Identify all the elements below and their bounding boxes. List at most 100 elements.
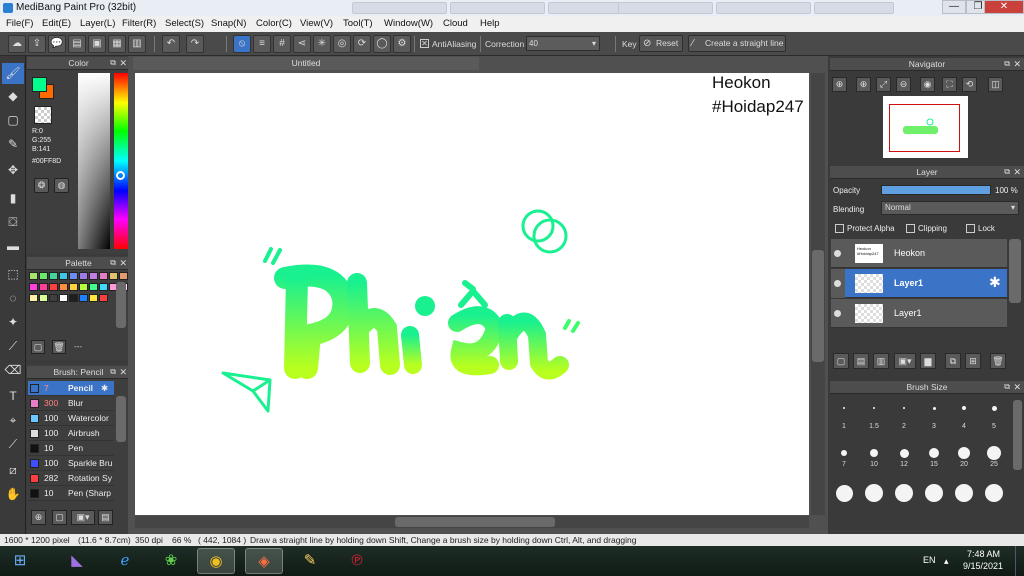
palette-swatch[interactable] xyxy=(89,283,98,291)
palette-swatch[interactable] xyxy=(59,294,68,302)
drawing-canvas[interactable]: Heokon #Hoidap247 xyxy=(135,73,809,515)
brush-size-dot[interactable] xyxy=(870,449,878,457)
browser-tab[interactable] xyxy=(450,2,545,14)
hue-selector[interactable] xyxy=(116,171,125,180)
document-tab[interactable]: Untitled xyxy=(133,57,479,70)
brush-item-pencil[interactable]: 7 Pencil ✱ xyxy=(28,381,114,396)
bucket-tool-icon[interactable]: ⛋ xyxy=(2,212,24,233)
parallel-snap-icon[interactable]: ≡ xyxy=(253,35,271,53)
palette-swatch[interactable] xyxy=(109,272,118,280)
internet-explorer-icon[interactable]: ℯ xyxy=(106,548,144,574)
lock-checkbox[interactable] xyxy=(966,224,975,233)
new-8bit-layer-icon[interactable]: ▥ xyxy=(873,353,889,369)
visibility-icon[interactable] xyxy=(834,280,841,287)
rotate-icon[interactable]: ◉ xyxy=(920,77,935,92)
zoom-fit-icon[interactable]: ⊕ xyxy=(832,77,847,92)
brush-size-dot[interactable] xyxy=(985,484,1003,502)
divide-tool-icon[interactable]: ⧄ xyxy=(2,460,24,481)
brush-size-dot[interactable] xyxy=(925,484,943,502)
snap-off-icon[interactable]: ⦸ xyxy=(233,35,251,53)
merge-layer-icon[interactable]: ⊞ xyxy=(965,353,981,369)
close-icon[interactable]: ✕ xyxy=(119,257,127,269)
minimize-button[interactable]: — xyxy=(942,0,966,14)
new-halftone-layer-icon[interactable]: ▤ xyxy=(853,353,869,369)
brush-item-sparkle[interactable]: 100 Sparkle Bru xyxy=(28,456,114,471)
palette-swatch[interactable] xyxy=(79,294,88,302)
app-icon[interactable]: ❀ xyxy=(152,548,190,574)
close-icon[interactable]: ✕ xyxy=(119,57,127,69)
lasso-tool-icon[interactable]: ◌ xyxy=(2,288,24,309)
palette-swatch[interactable] xyxy=(119,272,128,280)
reset-button[interactable]: ⊘ Reset xyxy=(639,35,683,52)
share-icon[interactable]: ⇪ xyxy=(28,35,46,53)
menu-snap[interactable]: Snap(N) xyxy=(211,18,246,29)
rectangle-tool-icon[interactable]: ▢ xyxy=(2,110,24,131)
text-tool-icon[interactable]: T xyxy=(2,386,24,407)
dot-tool-icon[interactable]: ✎ xyxy=(2,134,24,155)
flip-icon[interactable]: ◫ xyxy=(988,77,1003,92)
brush-size-scrollbar[interactable] xyxy=(1013,400,1022,470)
hand-tool-icon[interactable]: ✋ xyxy=(2,484,24,505)
palette-swatch[interactable] xyxy=(99,272,108,280)
cross-snap-icon[interactable]: # xyxy=(273,35,291,53)
paint-icon[interactable]: ✎ xyxy=(291,548,329,574)
brush-item-watercolor[interactable]: 100 Watercolor xyxy=(28,411,114,426)
palette-swatch[interactable] xyxy=(69,294,78,302)
palette-swatch[interactable] xyxy=(89,294,98,302)
palette-swatch[interactable] xyxy=(69,283,78,291)
browser-tab[interactable] xyxy=(716,2,811,14)
brush-size-dot[interactable] xyxy=(899,448,909,458)
start-button[interactable]: ⊞ xyxy=(2,548,38,574)
document-icon[interactable]: ▤ xyxy=(68,35,86,53)
brush-size-dot[interactable] xyxy=(932,406,936,410)
menu-view[interactable]: View(V) xyxy=(300,18,333,29)
palette-swatch[interactable] xyxy=(79,272,88,280)
menu-help[interactable]: Help xyxy=(480,18,500,29)
saturation-value-field[interactable] xyxy=(78,73,110,249)
fit-screen-icon[interactable]: ⤢ xyxy=(876,77,891,92)
close-button[interactable]: ✕ xyxy=(984,0,1024,14)
palette-more[interactable]: --- xyxy=(74,342,82,351)
menu-window[interactable]: Window(W) xyxy=(384,18,433,29)
menu-select[interactable]: Select(S) xyxy=(165,18,204,29)
browser-tab[interactable] xyxy=(352,2,447,14)
pinterest-icon[interactable]: ℗ xyxy=(338,548,376,574)
palette-swatch[interactable] xyxy=(49,283,58,291)
language-indicator[interactable]: EN xyxy=(923,555,936,565)
operation-tool-icon[interactable]: ⌖ xyxy=(2,410,24,431)
opacity-slider[interactable] xyxy=(881,185,991,195)
popout-icon[interactable]: ⧉ xyxy=(1004,166,1010,178)
layer-row-selected[interactable]: Layer1 ✱ xyxy=(845,269,1007,298)
delete-swatch-icon[interactable]: 🗑 xyxy=(52,340,66,354)
layer-row[interactable]: Heokon #Hoidap247 Heokon xyxy=(831,239,1007,268)
palette-swatch[interactable] xyxy=(29,294,38,302)
comment-icon[interactable]: 💬 xyxy=(48,35,66,53)
grid-icon[interactable]: ▦ xyxy=(108,35,126,53)
cloud-icon[interactable]: ☁ xyxy=(8,35,26,53)
palette-swatch[interactable] xyxy=(99,294,108,302)
palette-swatch[interactable] xyxy=(39,294,48,302)
new-layer-icon[interactable]: ▢ xyxy=(833,353,849,369)
layer-scrollbar[interactable] xyxy=(1009,239,1021,303)
brush-size-dot[interactable] xyxy=(929,448,939,458)
color-wheel-icon[interactable]: ❂ xyxy=(34,178,49,193)
palette-swatch[interactable] xyxy=(39,283,48,291)
palette-swatch[interactable] xyxy=(49,294,58,302)
show-desktop-button[interactable] xyxy=(1015,546,1024,576)
layer-row[interactable]: Layer1 xyxy=(831,299,1007,328)
vertical-scroll-thumb[interactable] xyxy=(812,250,824,362)
brush-menu-icon[interactable]: ▣▾ xyxy=(71,510,95,525)
circle-snap-icon[interactable]: ◎ xyxy=(333,35,351,53)
magic-wand-tool-icon[interactable]: ✦ xyxy=(2,312,24,333)
fullscreen-icon[interactable]: ⛶ xyxy=(942,77,957,92)
brush-size-dot[interactable] xyxy=(955,484,973,502)
gear-icon[interactable]: ✱ xyxy=(101,381,108,396)
page-icon[interactable]: ▥ xyxy=(128,35,146,53)
gradient-tool-icon[interactable]: ▬ xyxy=(2,236,24,257)
delete-layer-icon[interactable]: 🗑 xyxy=(990,353,1006,369)
zoom-out-icon[interactable]: ⊖ xyxy=(896,77,911,92)
menu-cloud[interactable]: Cloud xyxy=(443,18,468,29)
brush-size-dot[interactable] xyxy=(895,484,913,502)
brush-size-dot[interactable] xyxy=(958,447,970,459)
brush-size-dot[interactable] xyxy=(843,407,845,409)
